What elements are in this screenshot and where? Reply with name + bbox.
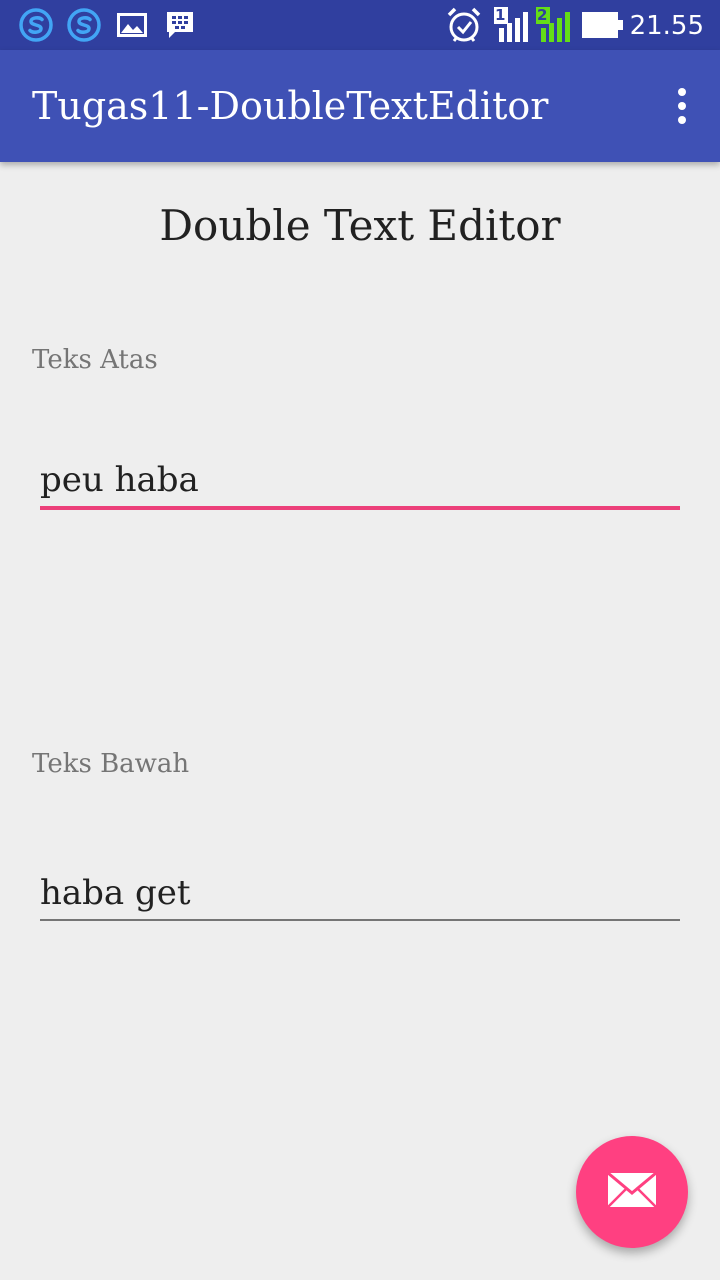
- bottom-text-value: haba get: [40, 873, 191, 913]
- top-text-value: peu haba: [40, 460, 199, 500]
- menu-dot: [678, 102, 686, 110]
- email-icon: [606, 1171, 658, 1213]
- gallery-icon: [116, 8, 148, 42]
- screen: 1 2 21.55 Tugas11-DoubleTextEditor Doubl…: [0, 0, 720, 1280]
- top-field-underline: [40, 506, 680, 510]
- status-bar: 1 2 21.55: [0, 0, 720, 50]
- page-title: Double Text Editor: [159, 201, 561, 250]
- alarm-icon: [444, 7, 484, 42]
- app-bar: Tugas11-DoubleTextEditor: [0, 50, 720, 162]
- skype-icon: [18, 8, 54, 42]
- bottom-text-input[interactable]: haba get: [40, 865, 680, 921]
- app-title: Tugas11-DoubleTextEditor: [32, 84, 549, 128]
- menu-dot: [678, 88, 686, 96]
- top-field-label: Teks Atas: [32, 345, 158, 375]
- more-vert-icon[interactable]: [672, 88, 692, 124]
- sim2-badge: 2: [537, 6, 548, 24]
- skype-icon: [66, 8, 102, 42]
- bottom-field-underline: [40, 919, 680, 921]
- battery-icon: [582, 8, 624, 42]
- menu-dot: [678, 116, 686, 124]
- top-text-input[interactable]: peu haba: [40, 452, 680, 508]
- sim1-badge: 1: [495, 6, 506, 24]
- bbm-icon: [164, 8, 196, 42]
- status-time: 21.55: [629, 11, 704, 41]
- email-fab-button[interactable]: [576, 1136, 688, 1248]
- bottom-field-label: Teks Bawah: [32, 749, 190, 779]
